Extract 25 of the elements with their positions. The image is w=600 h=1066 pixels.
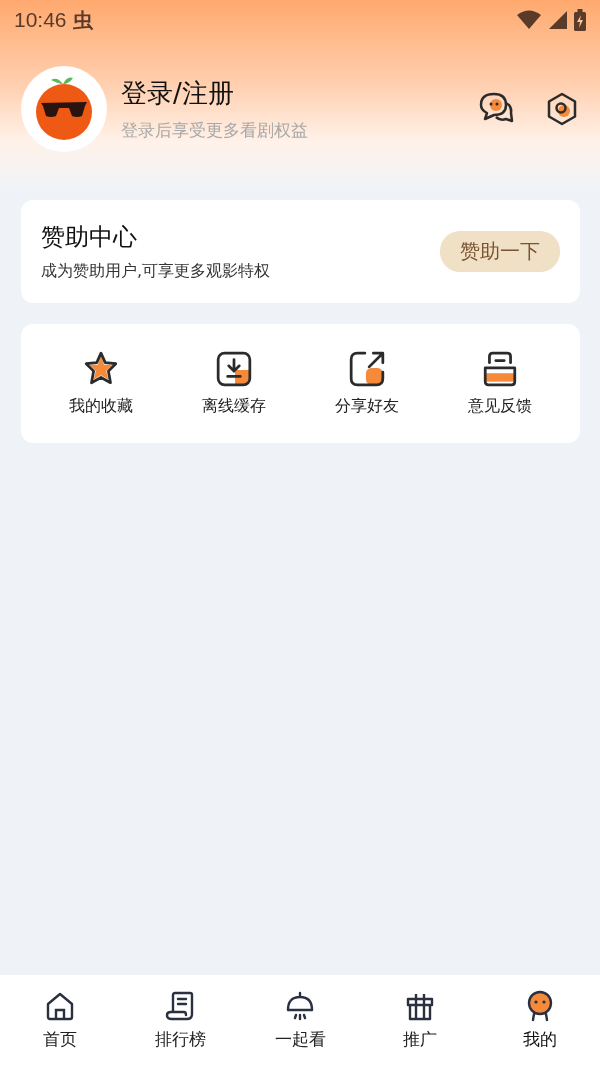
bell-icon[interactable] — [284, 990, 316, 1022]
download-icon[interactable] — [215, 350, 254, 388]
home-icon[interactable] — [44, 990, 76, 1022]
sponsor-button[interactable]: 赞助一下 — [440, 231, 560, 272]
status-time: 10:46 — [14, 8, 67, 32]
scroll-icon[interactable] — [164, 990, 196, 1022]
signal-icon — [548, 10, 568, 30]
sponsor-title: 赞助中心 — [41, 222, 138, 253]
share-icon[interactable] — [347, 350, 386, 388]
tab-label[interactable]: 推广 — [403, 1028, 437, 1051]
tab-label[interactable]: 首页 — [43, 1028, 77, 1051]
shortcut-label[interactable]: 我的收藏 — [69, 396, 134, 417]
avatar-fruit-with-sunglasses[interactable] — [21, 66, 107, 152]
shortcut-label[interactable]: 离线缓存 — [202, 396, 267, 417]
sponsor-description: 成为赞助用户,可享更多观影特权 — [41, 261, 271, 282]
shortcut-label[interactable]: 意见反馈 — [467, 396, 532, 417]
tab-label[interactable]: 我的 — [523, 1028, 557, 1051]
shortcut-label[interactable]: 分享好友 — [334, 396, 399, 417]
notification-glyph: 虫 — [72, 6, 93, 34]
tab-label[interactable]: 一起看 — [274, 1028, 326, 1051]
login-benefit-text: 登录后享受更多看剧权益 — [121, 119, 309, 142]
tab-label[interactable]: 排行榜 — [154, 1028, 206, 1051]
battery-icon — [574, 9, 586, 31]
wifi-icon — [516, 10, 542, 30]
login-register-link[interactable]: 登录/注册 — [121, 76, 448, 111]
